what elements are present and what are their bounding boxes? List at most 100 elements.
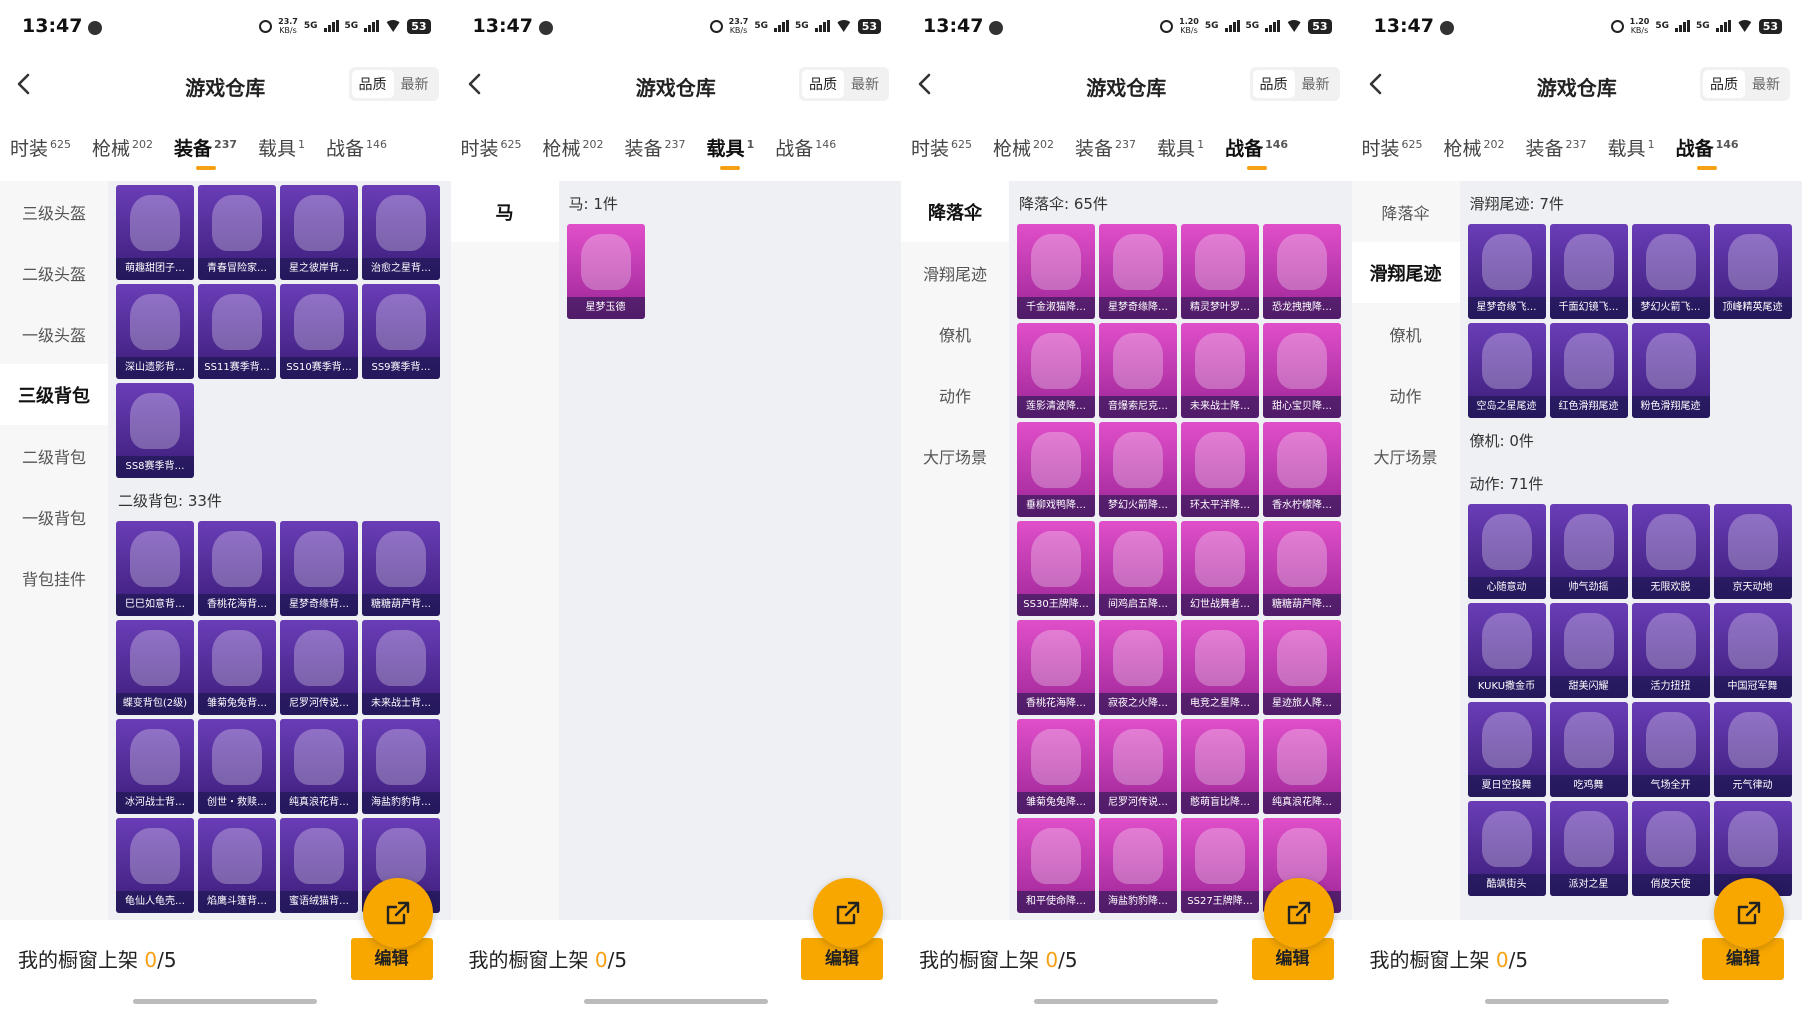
item-card[interactable]: 间鸡启五降… — [1099, 521, 1177, 616]
item-card[interactable]: 气场全开 — [1631, 702, 1710, 797]
item-card[interactable]: 巳巳如意背… — [116, 521, 194, 616]
sort-quality-button[interactable]: 品质 — [1703, 70, 1745, 98]
sidebar-item[interactable]: 僚机 — [901, 303, 1009, 364]
item-card[interactable]: 酷飒街头 — [1467, 801, 1546, 896]
item-list[interactable]: 降落伞: 65件 千金淑猫降… 星梦奇缘降… 精灵梦叶罗… 恐龙拽拽降… 莲影清波降… 音爆… — [1009, 181, 1352, 920]
share-button[interactable] — [1714, 878, 1784, 948]
item-card[interactable]: 无限欢脱 — [1631, 504, 1710, 599]
tab-1[interactable]: 枪械 202 — [92, 124, 153, 161]
item-card[interactable]: 音爆索尼克… — [1099, 323, 1177, 418]
tab-1[interactable]: 枪械 202 — [1444, 124, 1505, 161]
sidebar-item[interactable]: 降落伞 — [901, 181, 1009, 242]
item-card[interactable]: 糖糖葫芦背… — [362, 521, 440, 616]
item-card[interactable]: 电竞之星降… — [1181, 620, 1259, 715]
item-card[interactable]: 深山遗影背… — [116, 284, 194, 379]
tab-3[interactable]: 载具 1 — [707, 124, 754, 170]
item-card[interactable]: 海盐豹豹降… — [1099, 818, 1177, 913]
item-card[interactable]: 香水柠檬降… — [1263, 422, 1341, 517]
item-card[interactable]: 中国冠军舞 — [1713, 603, 1792, 698]
item-card[interactable]: 元气律动 — [1713, 702, 1792, 797]
item-card[interactable]: 海盐豹豹背… — [362, 719, 440, 814]
item-card[interactable]: SS11赛季背… — [198, 284, 276, 379]
tab-3[interactable]: 载具 1 — [1157, 124, 1204, 161]
item-card[interactable]: 夏日空投舞 — [1467, 702, 1546, 797]
item-card[interactable]: 梦幻火箭降… — [1099, 422, 1177, 517]
item-card[interactable]: 青春冒险家… — [198, 185, 276, 280]
item-card[interactable]: 垂柳戏鸭降… — [1017, 422, 1095, 517]
tab-2[interactable]: 装备 237 — [1526, 124, 1587, 161]
item-card[interactable]: 活力扭扭 — [1631, 603, 1710, 698]
item-card[interactable]: 心随意动 — [1467, 504, 1546, 599]
sidebar-item[interactable]: 大厅场景 — [1352, 425, 1460, 486]
tab-1[interactable]: 枪械 202 — [993, 124, 1054, 161]
sidebar-item[interactable]: 三级背包 — [0, 364, 108, 425]
item-list[interactable]: 萌趣甜团子… 青春冒险家… 星之彼岸背… 治愈之星背… 深山遗影背… SS11赛季背… SS… — [108, 181, 451, 920]
item-card[interactable]: 星梦玉德 — [566, 224, 645, 319]
sidebar-item[interactable]: 二级背包 — [0, 425, 108, 486]
sort-newest-button[interactable]: 最新 — [1295, 70, 1337, 98]
tab-3[interactable]: 载具 1 — [258, 124, 305, 161]
item-card[interactable]: 龟仙人龟壳… — [116, 818, 194, 913]
item-card[interactable]: 雏菊兔兔背… — [198, 620, 276, 715]
tab-4[interactable]: 战备 146 — [1676, 124, 1739, 170]
sidebar-item[interactable]: 僚机 — [1352, 303, 1460, 364]
item-card[interactable]: 千金淑猫降… — [1017, 224, 1095, 319]
item-card[interactable]: 帅气劲摇 — [1549, 504, 1628, 599]
item-card[interactable]: 尼罗河传说… — [1099, 719, 1177, 814]
tab-2[interactable]: 装备 237 — [625, 124, 686, 161]
item-card[interactable]: 星梦奇缘降… — [1099, 224, 1177, 319]
item-card[interactable]: 蝶变背包(2级) — [116, 620, 194, 715]
item-card[interactable]: 空岛之星尾迹 — [1467, 323, 1546, 418]
item-card[interactable]: 未来战士背… — [362, 620, 440, 715]
item-card[interactable]: 憨萌盲比降… — [1181, 719, 1259, 814]
tab-0[interactable]: 时装 625 — [461, 124, 522, 161]
item-card[interactable]: 焰鹰斗篷背… — [198, 818, 276, 913]
item-card[interactable]: SS27王牌降… — [1181, 818, 1259, 913]
share-button[interactable] — [813, 878, 883, 948]
sidebar-item[interactable]: 三级头盔 — [0, 181, 108, 242]
item-card[interactable]: 纯真浪花降… — [1263, 719, 1341, 814]
sidebar-item[interactable]: 滑翔尾迹 — [1351, 242, 1460, 303]
item-card[interactable]: 雏菊兔兔降… — [1017, 719, 1095, 814]
tab-0[interactable]: 时装 625 — [1362, 124, 1423, 161]
item-card[interactable]: 星之彼岸背… — [280, 185, 358, 280]
sidebar-item[interactable]: 降落伞 — [1352, 181, 1460, 242]
tab-4[interactable]: 战备 146 — [326, 124, 387, 161]
item-card[interactable]: 幻世战舞者… — [1181, 521, 1259, 616]
sort-quality-button[interactable]: 品质 — [802, 70, 844, 98]
item-card[interactable]: 京天动地 — [1713, 504, 1792, 599]
item-card[interactable]: 环太平洋降… — [1181, 422, 1259, 517]
item-card[interactable]: 恐龙拽拽降… — [1263, 224, 1341, 319]
item-card[interactable]: 冰河战士背… — [116, 719, 194, 814]
item-card[interactable]: 星迹旅人降… — [1263, 620, 1341, 715]
tab-3[interactable]: 载具 1 — [1608, 124, 1655, 161]
item-card[interactable]: SS8赛季背… — [116, 383, 194, 478]
sort-quality-button[interactable]: 品质 — [351, 70, 394, 98]
share-button[interactable] — [362, 878, 433, 948]
item-card[interactable]: 尼罗河传说… — [280, 620, 358, 715]
item-card[interactable]: 星梦奇缘背… — [280, 521, 358, 616]
tab-0[interactable]: 时装 625 — [911, 124, 972, 161]
item-card[interactable]: 萌趣甜团子… — [116, 185, 194, 280]
sort-newest-button[interactable]: 最新 — [394, 70, 436, 98]
item-card[interactable]: 俏皮天使 — [1631, 801, 1710, 896]
item-card[interactable]: 粉色滑翔尾迹 — [1631, 323, 1710, 418]
sidebar-item[interactable]: 动作 — [901, 364, 1009, 425]
sort-newest-button[interactable]: 最新 — [844, 70, 886, 98]
item-list[interactable]: 马: 1件 星梦玉德 — [558, 181, 901, 920]
item-card[interactable]: 和平使命降… — [1017, 818, 1095, 913]
item-card[interactable]: SS30王牌降… — [1017, 521, 1095, 616]
item-card[interactable]: 创世・救赎… — [198, 719, 276, 814]
sidebar-item[interactable]: 二级头盔 — [0, 242, 108, 303]
share-button[interactable] — [1263, 878, 1334, 948]
sidebar-item[interactable]: 滑翔尾迹 — [901, 242, 1009, 303]
item-card[interactable]: 梦幻火箭飞… — [1631, 224, 1710, 319]
item-card[interactable]: 纯真浪花背… — [280, 719, 358, 814]
sort-quality-button[interactable]: 品质 — [1252, 70, 1295, 98]
item-card[interactable]: SS10赛季背… — [280, 284, 358, 379]
item-list[interactable]: 滑翔尾迹: 7件 星梦奇缘飞… 千面幻镜飞… 梦幻火箭飞… 顶峰精英尾迹 空岛之星尾迹 红色… — [1459, 181, 1802, 920]
sidebar-item[interactable]: 一级头盔 — [0, 303, 108, 364]
tab-4[interactable]: 战备 146 — [1225, 124, 1288, 170]
item-card[interactable]: 香桃花海背… — [198, 521, 276, 616]
sidebar-item[interactable]: 大厅场景 — [901, 425, 1009, 486]
